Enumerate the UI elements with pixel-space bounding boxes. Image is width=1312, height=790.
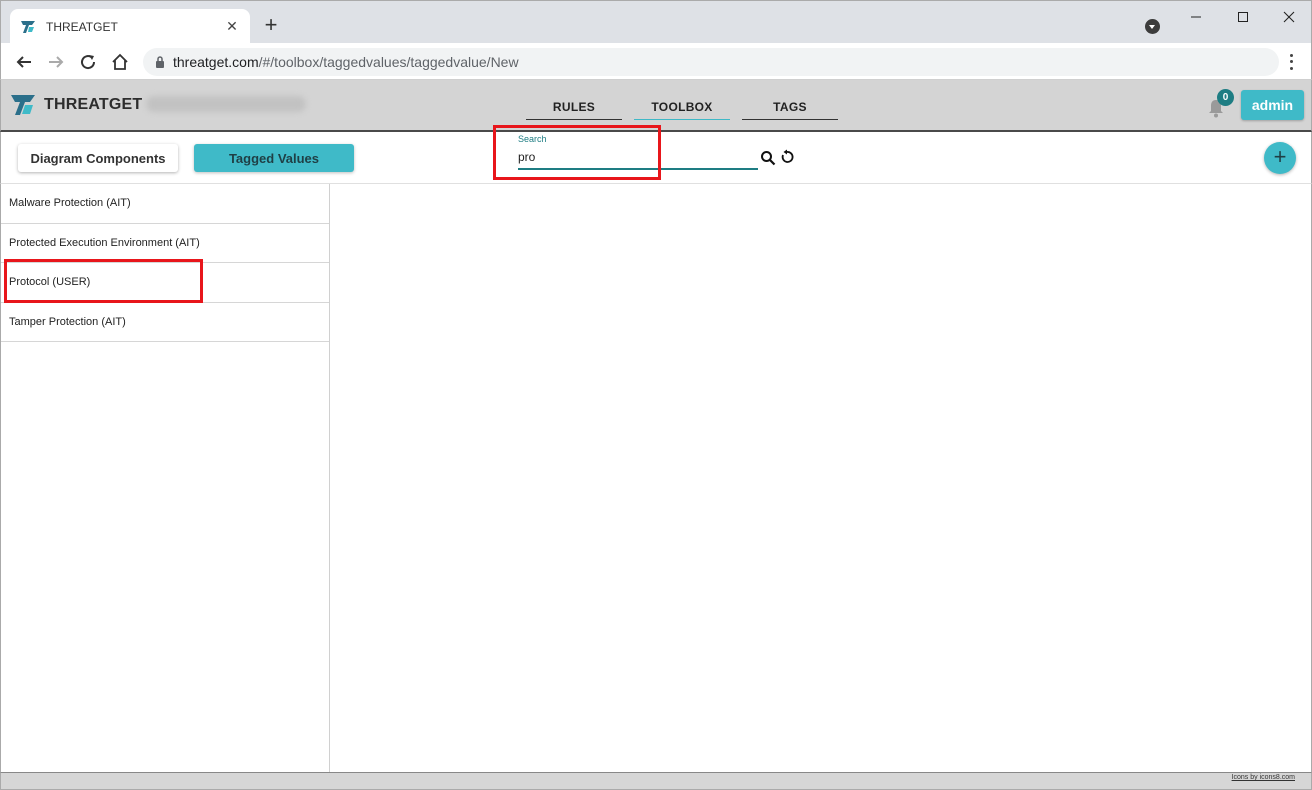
list-item[interactable]: Malware Protection (AIT) — [1, 184, 329, 224]
url-bar[interactable]: threatget.com/#/toolbox/taggedvalues/tag… — [143, 48, 1279, 76]
list-item[interactable]: Protected Execution Environment (AIT) — [1, 224, 329, 263]
diagram-components-button[interactable]: Diagram Components — [18, 144, 178, 172]
nav-toolbox[interactable]: TOOLBOX — [634, 94, 730, 120]
threatget-logo-icon — [11, 95, 35, 115]
close-window-icon[interactable] — [1279, 7, 1299, 27]
threatget-logo-icon — [20, 19, 36, 35]
browser-tabstrip: THREATGET ✕ + — [0, 0, 1312, 44]
nav-rules[interactable]: RULES — [526, 94, 622, 120]
detail-pane — [330, 184, 1312, 772]
back-arrow-icon[interactable] — [13, 51, 35, 73]
tab-close-icon[interactable]: ✕ — [224, 18, 240, 35]
url-host: threatget.com — [173, 54, 259, 70]
top-nav: RULES TOOLBOX TAGS — [526, 94, 850, 120]
lock-icon — [153, 55, 167, 69]
new-tab-icon[interactable]: + — [261, 14, 281, 36]
tab-title: THREATGET — [46, 19, 118, 34]
browser-tab[interactable]: THREATGET ✕ — [10, 9, 250, 44]
browser-toolbar: threatget.com/#/toolbox/taggedvalues/tag… — [0, 43, 1312, 80]
reload-icon[interactable] — [77, 51, 99, 73]
reset-icon[interactable] — [779, 149, 795, 165]
url-text: threatget.com/#/toolbox/taggedvalues/tag… — [173, 54, 519, 70]
minimize-icon[interactable] — [1186, 7, 1206, 27]
notification-badge: 0 — [1217, 89, 1234, 106]
maximize-icon[interactable] — [1233, 7, 1253, 27]
footer: Icons by icons8.com — [0, 772, 1312, 790]
home-icon[interactable] — [109, 51, 131, 73]
profile-menu-icon[interactable] — [1145, 19, 1160, 34]
nav-tags[interactable]: TAGS — [742, 94, 838, 120]
brand-name: THREATGET — [44, 96, 143, 113]
icons-credit-link[interactable]: Icons by icons8.com — [1232, 774, 1295, 781]
search-highlight-annotation — [493, 125, 661, 180]
tagged-values-button[interactable]: Tagged Values — [194, 144, 354, 172]
forward-arrow-icon[interactable] — [45, 51, 67, 73]
brand[interactable]: THREATGET — [10, 92, 142, 118]
list-item-highlight-annotation — [4, 259, 203, 303]
list-item[interactable]: Tamper Protection (AIT) — [1, 303, 329, 342]
url-path: /#/toolbox/taggedvalues/taggedvalue/New — [258, 54, 519, 70]
blurred-org-name — [146, 96, 306, 112]
add-tagged-value-button[interactable]: + — [1264, 142, 1296, 174]
search-icon[interactable] — [760, 150, 776, 166]
user-menu-button[interactable]: admin — [1241, 90, 1304, 120]
browser-menu-icon[interactable] — [1283, 52, 1299, 72]
